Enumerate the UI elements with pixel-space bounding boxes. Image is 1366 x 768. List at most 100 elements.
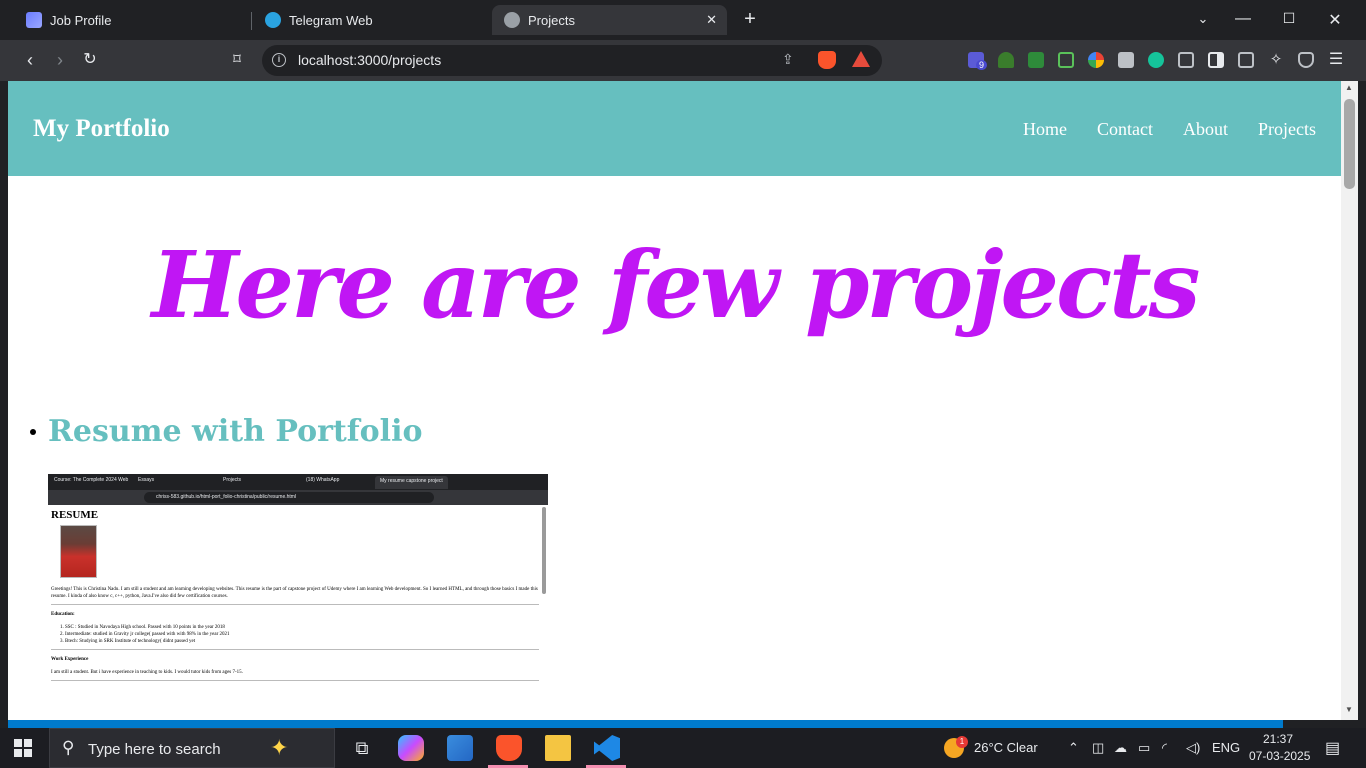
- window-border-left: [0, 81, 8, 728]
- back-icon[interactable]: ‹: [19, 49, 41, 71]
- page-heading: Here are few projects: [151, 231, 1201, 339]
- minimize-icon[interactable]: —: [1228, 10, 1258, 28]
- wifi-icon[interactable]: ◜: [1162, 740, 1167, 756]
- clock-time[interactable]: 21:37: [1263, 732, 1293, 746]
- color-extension-icon[interactable]: [1088, 52, 1104, 68]
- taskbar-search[interactable]: ⚲ Type here to search ✦: [49, 728, 335, 768]
- windows-start-icon[interactable]: [14, 739, 32, 757]
- brave-browser-icon[interactable]: [496, 735, 522, 761]
- tab-search-chevron-icon[interactable]: ⌄: [1188, 11, 1218, 27]
- brave-rewards-icon[interactable]: [852, 51, 870, 67]
- notifications-icon[interactable]: ▤: [1325, 738, 1340, 758]
- clock-date[interactable]: 07-03-2025: [1249, 749, 1310, 763]
- site-navbar: My Portfolio Home Contact About Projects: [8, 81, 1341, 176]
- thumb-tab: Projects: [223, 477, 242, 483]
- site-info-icon[interactable]: i: [272, 53, 286, 67]
- extensions-puzzle-icon[interactable]: [1178, 52, 1194, 68]
- sidebar-icon[interactable]: [1208, 52, 1224, 68]
- volume-icon[interactable]: ◁): [1186, 740, 1200, 756]
- windows-taskbar: ⚲ Type here to search ✦ ⧉ 1 26°C Clear ⌃…: [0, 728, 1366, 768]
- network-cloud-icon[interactable]: ☁: [1114, 740, 1127, 756]
- thumb-work-heading: Work Experience: [51, 657, 89, 662]
- tray-chevron-icon[interactable]: ⌃: [1068, 740, 1079, 756]
- profile-photo: [60, 525, 97, 578]
- list-item: Intermediate: studied in Gravity jr coll…: [65, 631, 539, 638]
- globe-icon: [504, 12, 520, 28]
- thumb-tab: (18) WhatsApp: [306, 477, 340, 483]
- scroll-thumb[interactable]: [1344, 99, 1355, 189]
- search-placeholder: Type here to search: [88, 741, 221, 758]
- weather-text[interactable]: 26°C Clear: [974, 740, 1038, 755]
- grammarly-icon[interactable]: [1148, 52, 1164, 68]
- divider: [51, 680, 539, 681]
- new-tab-button[interactable]: +: [738, 8, 762, 31]
- tab-job-profile[interactable]: Job Profile: [14, 5, 250, 35]
- maximize-icon[interactable]: ☐: [1274, 10, 1304, 27]
- project-title[interactable]: Resume with Portfolio: [48, 414, 422, 449]
- tab-projects[interactable]: Projects ✕: [492, 5, 727, 35]
- leo-ai-icon[interactable]: ✧: [1268, 52, 1284, 68]
- tab-telegram-web[interactable]: Telegram Web: [253, 5, 489, 35]
- battery-icon[interactable]: ▭: [1138, 740, 1150, 756]
- weather-badge: 1: [956, 736, 968, 748]
- background-window-strip: [8, 720, 1283, 728]
- project-screenshot[interactable]: Course: The Complete 2024 Web Essays Pro…: [48, 474, 548, 720]
- copilot-icon[interactable]: [398, 735, 424, 761]
- thumb-intro: Greetings! This is Christina Nadu. I am …: [51, 587, 538, 599]
- nav-contact[interactable]: Contact: [1097, 119, 1153, 140]
- page-scrollbar[interactable]: ▲ ▼: [1341, 81, 1358, 720]
- scroll-down-icon[interactable]: ▼: [1345, 705, 1353, 714]
- page-viewport: My Portfolio Home Contact About Projects…: [8, 81, 1341, 720]
- brave-shields-icon[interactable]: [818, 51, 836, 69]
- store-icon[interactable]: [447, 735, 473, 761]
- player-extension-icon[interactable]: [1058, 52, 1074, 68]
- tab-label: Projects: [528, 12, 575, 28]
- divider: [51, 604, 539, 605]
- address-url[interactable]: localhost:3000/projects: [298, 52, 441, 68]
- reload-icon[interactable]: ↻: [79, 49, 101, 71]
- search-highlight-icon: ✦: [270, 735, 289, 760]
- vscode-icon[interactable]: [594, 735, 620, 761]
- language-indicator[interactable]: ENG: [1212, 740, 1240, 755]
- thumb-resume: RESUME Greetings! This is Christina Nadu…: [51, 509, 539, 685]
- task-view-icon[interactable]: ⧉: [349, 735, 375, 761]
- vpn-shield-icon[interactable]: [1298, 52, 1314, 68]
- file-explorer-icon[interactable]: [545, 735, 571, 761]
- nav-home[interactable]: Home: [1023, 119, 1067, 140]
- share-icon[interactable]: ⇪: [782, 51, 800, 69]
- forward-icon[interactable]: ›: [49, 49, 71, 71]
- site-brand[interactable]: My Portfolio: [33, 115, 170, 143]
- bookmark-icon[interactable]: ⌑: [226, 49, 248, 71]
- wallet-icon[interactable]: [1238, 52, 1254, 68]
- job-profile-icon: [26, 12, 42, 28]
- browser-tab-strip: Job Profile Telegram Web Projects ✕ + ⌄ …: [0, 0, 1366, 40]
- scroll-up-icon[interactable]: ▲: [1345, 83, 1353, 92]
- tree-extension-icon[interactable]: [998, 52, 1014, 68]
- thumb-education-list: SSC : Studied in Navodaya High school. P…: [51, 624, 539, 645]
- close-window-icon[interactable]: ✕: [1320, 10, 1350, 30]
- close-tab-icon[interactable]: ✕: [706, 12, 717, 28]
- nav-about[interactable]: About: [1183, 119, 1228, 140]
- green-extension-icon[interactable]: [1028, 52, 1044, 68]
- tab-label: Telegram Web: [289, 12, 373, 28]
- tab-label: Job Profile: [50, 12, 112, 28]
- thumb-work-text: I am still a student. But i have experie…: [51, 670, 243, 675]
- telegram-icon: [265, 12, 281, 28]
- tab-separator: [251, 12, 252, 30]
- extension-badge: 9: [976, 60, 988, 70]
- address-bar[interactable]: i localhost:3000/projects ⇪: [262, 45, 882, 76]
- window-border-right: [1358, 81, 1366, 728]
- thumb-heading: RESUME: [51, 509, 99, 521]
- thumb-tab: Essays: [138, 477, 155, 483]
- thumb-tab: Course: The Complete 2024 Web: [54, 477, 129, 483]
- list-item: Btech: Studying in SRK Institute of tech…: [65, 638, 539, 645]
- tray-app-icon[interactable]: ◫: [1092, 740, 1104, 756]
- menu-icon[interactable]: ☰: [1328, 52, 1344, 68]
- nav-projects[interactable]: Projects: [1258, 119, 1316, 140]
- reading-list-icon[interactable]: [1118, 52, 1134, 68]
- thumb-tab-strip: Course: The Complete 2024 Web Essays Pro…: [48, 474, 548, 490]
- thumb-tab: My resume capstone project: [375, 476, 448, 489]
- list-item: SSC : Studied in Navodaya High school. P…: [65, 624, 539, 631]
- search-icon: ⚲: [62, 738, 75, 757]
- list-bullet: [30, 429, 36, 435]
